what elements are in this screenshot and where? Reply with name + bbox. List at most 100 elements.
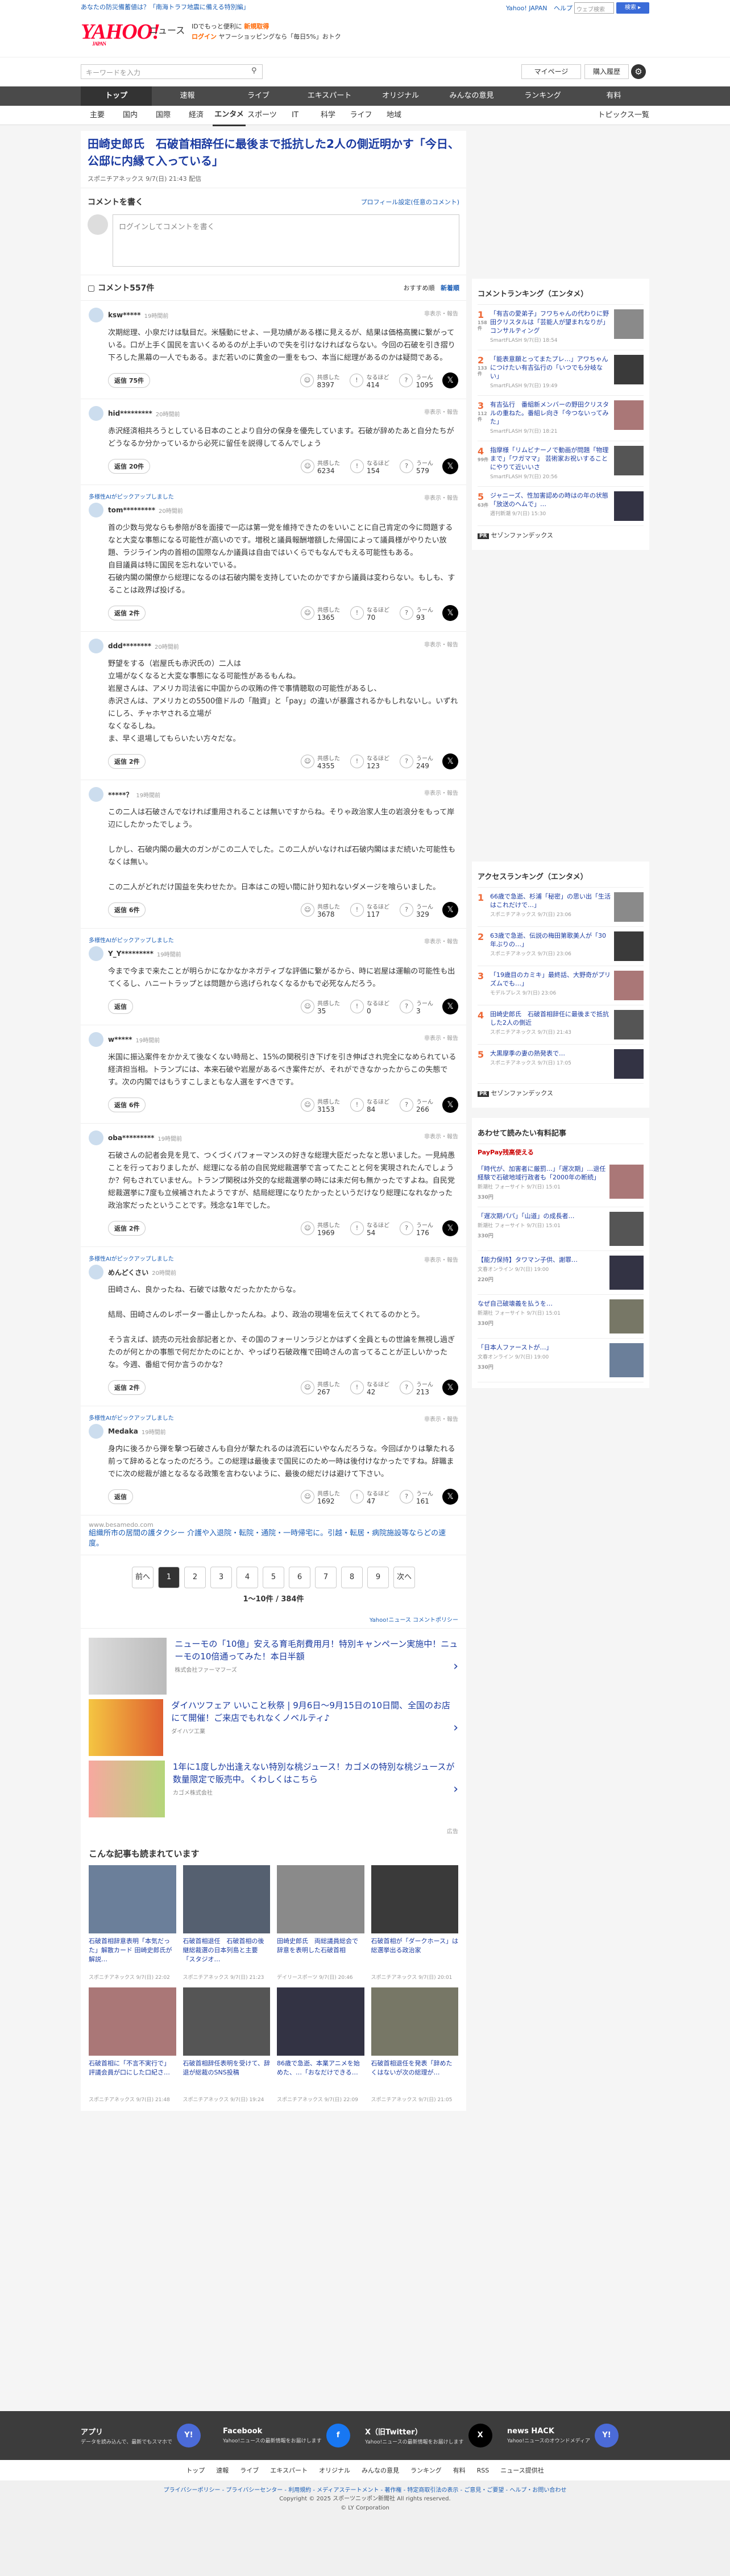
ranking-title-text[interactable]: 63歳で急逝、伝説の梅田第歌美人が「30年ぶりの…」 (490, 932, 606, 948)
bad-button[interactable]: ? うーん 161 (400, 1489, 433, 1505)
good-button[interactable]: ! なるほど 123 (350, 753, 389, 770)
x-icon[interactable]: X (468, 2424, 492, 2447)
ranking-title[interactable]: 66歳で急逝、杉浦「秘密」の思い出「生活はこれだけで…」 スポニチアネックス 9/… (490, 892, 611, 922)
ranking-title-text[interactable]: 田崎史郎氏 石破首相辞任に最後まで抵抗した2人の側近 (490, 1010, 609, 1026)
next-page-button[interactable]: 次へ (393, 1567, 415, 1588)
footer-nav-item[interactable]: ニュース提供社 (500, 2466, 544, 2475)
related-article[interactable]: 田崎史郎氏 両総議員総会で辞意を表明した石破首相 デイリースポーツ 9/7(日) … (277, 1865, 364, 1981)
ranking-title-text[interactable]: 有吉弘行 番組新メンバーの野田クリスタルの重ねた。番組レ向き「今つないってみた」 (490, 401, 609, 425)
avatar[interactable] (89, 308, 103, 322)
avatar[interactable] (89, 946, 103, 961)
report-link[interactable]: 非表示・報告 (424, 407, 458, 416)
agree-button[interactable]: ☺ 共感した 6234 (301, 458, 340, 475)
related-article-title[interactable]: 石破首相退任 石破首相の後継総裁選の日本列島と主要 「スタジオ… (183, 1937, 271, 1973)
paid-article-title[interactable]: 【能力保持】タワマン子供、謝罪… (478, 1256, 578, 1264)
avatar[interactable] (89, 503, 103, 517)
global-nav-item[interactable]: 速報 (152, 86, 223, 106)
share-x-icon[interactable]: 𝕏 (442, 458, 458, 474)
sub-nav-item[interactable]: 経済 (180, 106, 213, 125)
global-nav-item[interactable]: 有料 (578, 86, 649, 106)
reply-button[interactable]: 返信 75件 (108, 373, 151, 388)
bad-button[interactable]: ? うーん 1095 (399, 372, 433, 389)
reply-button[interactable]: 返信 2件 (108, 754, 146, 769)
related-article-title[interactable]: 86歳で急逝、本業アニメを始めた、…「おなだけできる… (277, 2059, 364, 2095)
ranking-item[interactable]: 3 112件 有吉弘行 番組新メンバーの野田クリスタルの重ねた。番組レ向き「今つない… (478, 396, 644, 441)
related-article[interactable]: 石破首相退任 石破首相の後継総裁選の日本列島と主要 「スタジオ… スポニチアネック… (182, 1865, 271, 1981)
sub-nav-item[interactable]: 地域 (378, 106, 410, 125)
page-button[interactable]: 2 (184, 1567, 206, 1588)
prev-page-button[interactable]: 前へ (132, 1567, 154, 1588)
sub-nav-item[interactable]: エンタメ (213, 105, 246, 126)
footer-promo[interactable]: X（旧Twitter） Yahoo!ニュースの最新情報をお届けします X (365, 2424, 507, 2447)
related-article[interactable]: 石破首相に「不言不実行で」評議会員が口にした口紀さ… スポニチアネックス 9/7(… (89, 1987, 176, 2103)
global-nav-item[interactable]: みんなの意見 (436, 86, 507, 106)
ad-text[interactable]: 組織所市の居間の護タクシー 介護や入退院・転院・通院・一時帰宅に。引越・転居・病… (89, 1529, 458, 1549)
related-article-title[interactable]: 石破首相が「ダークホース」は総選挙出る政治家 (371, 1937, 459, 1973)
sub-nav-item[interactable]: IT (279, 106, 312, 125)
username[interactable]: ksw***** (108, 311, 141, 319)
paid-article[interactable]: 【能力保持】タワマン子供、謝罪… 文春オンライン 9/7(日) 19:00 220円 (478, 1251, 644, 1295)
ranking-item[interactable]: 3 「19歳目のカミキ」最終話、大野奇がプリズムでも…」 モデルプレス 9/7(日)… (478, 966, 644, 1005)
footer-nav-item[interactable]: みんなの意見 (362, 2466, 399, 2475)
ranking-item[interactable]: 2 133件 「能表意願とってまたプレ…」アワちゃんにつけたい有吉弘行の「いつでも分… (478, 350, 644, 396)
avatar[interactable] (89, 787, 103, 802)
newshack-icon[interactable]: Y! (595, 2424, 619, 2447)
ranking-title[interactable]: 大黒摩季の妻の熱発表で… スポニチアネックス 9/7(日) 17:05 (490, 1049, 611, 1079)
footer-nav-item[interactable]: 有料 (453, 2466, 466, 2475)
profile-settings-link[interactable]: プロフィール設定(任意のコメント) (361, 197, 459, 206)
share-x-icon[interactable]: 𝕏 (442, 1489, 458, 1505)
avatar[interactable] (89, 406, 103, 421)
bad-button[interactable]: ? うーん 329 (400, 902, 433, 918)
share-x-icon[interactable]: 𝕏 (442, 1097, 458, 1113)
ranking-item[interactable]: 2 63歳で急逝、伝説の梅田第歌美人が「30年ぶりの…」 スポニチアネックス 9/7… (478, 927, 644, 966)
article-title[interactable]: 田崎史郎氏 石破首相辞任に最後まで抵抗した2人の側近明かす「今日、公邸に内縁て入… (81, 131, 466, 174)
ranking-item[interactable]: 5 大黒摩季の妻の熱発表で… スポニチアネックス 9/7(日) 17:05 (478, 1045, 644, 1084)
footer-promo[interactable]: Facebook Yahoo!ニュースの最新情報をお届けします f (223, 2424, 365, 2447)
reply-button[interactable]: 返信 (108, 999, 133, 1014)
chevron-right-icon[interactable]: › (453, 1721, 458, 1735)
reply-button[interactable]: 返信 2件 (108, 1380, 146, 1395)
page-button[interactable]: 4 (237, 1567, 258, 1588)
paid-article[interactable]: 「遅次期パパ」「山道」の成長者… 新潮社 フォーサイト 9/7(日) 15:01 3… (478, 1207, 644, 1251)
news-logo-text[interactable]: ニュース (149, 23, 185, 36)
share-x-icon[interactable]: 𝕏 (442, 1380, 458, 1395)
ranking-item[interactable]: 4 99件 指摩様「リムビナーノで動画が問題「物理まで」「ワガママ」 芸術家お祝いす… (478, 441, 644, 487)
ranking-title[interactable]: 「能表意願とってまたプレ…」アワちゃんにつけたい有吉弘行の「いつでも分岐ない」 S… (490, 355, 611, 391)
ranking-title[interactable]: 「有吉の愛弟子」フワちゃんの代わりに野田クリスタルは「芸能人が望まれなりが」 コ… (490, 309, 611, 345)
report-link[interactable]: 非表示・報告 (424, 640, 458, 648)
comment-policy-link[interactable]: Yahoo!ニュース コメントポリシー (81, 1610, 466, 1629)
related-article-title[interactable]: 石破首相辞任表明を受けて、辞退が総裁のSNS投稿 (183, 2059, 271, 2095)
ranking-title-text[interactable]: ジャニーズ、性加害認めの時はの年の状態「放送のヘムで」… (490, 492, 608, 508)
ad-item[interactable]: 1年に1度しか出逢えない特別な桃ジュース！カゴメの特別な桃ジュースが数量限定で販… (89, 1761, 458, 1817)
share-x-icon[interactable]: 𝕏 (442, 902, 458, 918)
report-link[interactable]: 非表示・報告 (424, 1033, 458, 1042)
login-link[interactable]: ログイン (192, 33, 217, 40)
ranking-title[interactable]: 「19歳目のカミキ」最終話、大野奇がプリズムでも…」 モデルプレス 9/7(日) … (490, 971, 611, 1000)
report-link[interactable]: 非表示・報告 (424, 788, 458, 797)
agree-button[interactable]: ☺ 共感した 8397 (300, 372, 339, 389)
share-x-icon[interactable]: 𝕏 (442, 605, 458, 621)
report-link[interactable]: 非表示・報告 (424, 937, 458, 945)
ranking-title-text[interactable]: 66歳で急逝、杉浦「秘密」の思い出「生活はこれだけで…」 (490, 893, 611, 909)
agree-button[interactable]: ☺ 共感した 35 (301, 999, 340, 1015)
username[interactable]: oba********* (108, 1134, 154, 1142)
ranking-item[interactable]: 1 66歳で急逝、杉浦「秘密」の思い出「生活はこれだけで…」 スポニチアネックス 9… (478, 888, 644, 927)
page-button[interactable]: 7 (315, 1567, 337, 1588)
ranking-item[interactable]: 4 田崎史郎氏 石破首相辞任に最後まで抵抗した2人の側近 スポニチアネックス 9/7… (478, 1005, 644, 1045)
good-button[interactable]: ! なるほど 70 (350, 605, 389, 622)
bad-button[interactable]: ? うーん 266 (400, 1097, 433, 1113)
purchase-history-button[interactable]: 購入履歴 (584, 64, 629, 79)
global-nav-item[interactable]: ランキング (507, 86, 578, 106)
paid-article-title[interactable]: 「遅次期パパ」「山道」の成長者… (478, 1212, 575, 1220)
related-article[interactable]: 石破首相が「ダークホース」は総選挙出る政治家 スポニチアネックス 9/7(日) 2… (371, 1865, 459, 1981)
username[interactable]: *****？ (108, 790, 132, 800)
paid-article-title[interactable]: なぜ自己破壊義を払うを… (478, 1300, 553, 1307)
report-link[interactable]: 非表示・報告 (424, 1255, 458, 1264)
gear-icon[interactable]: ⚙ (631, 64, 646, 79)
footer-nav-item[interactable]: オリジナル (319, 2466, 350, 2475)
footer-links[interactable]: プライバシーポリシー - プライバシーセンター - 利用規約 - メディアステー… (0, 2480, 730, 2495)
reply-button[interactable]: 返信 6件 (108, 1098, 146, 1112)
sub-nav-item[interactable]: スポーツ (246, 106, 279, 125)
related-article[interactable]: 石破首相辞意表明「本気だった」解散カード 田崎史郎氏が解説… スポニチアネックス … (89, 1865, 176, 1981)
agree-button[interactable]: ☺ 共感した 3153 (301, 1097, 340, 1113)
